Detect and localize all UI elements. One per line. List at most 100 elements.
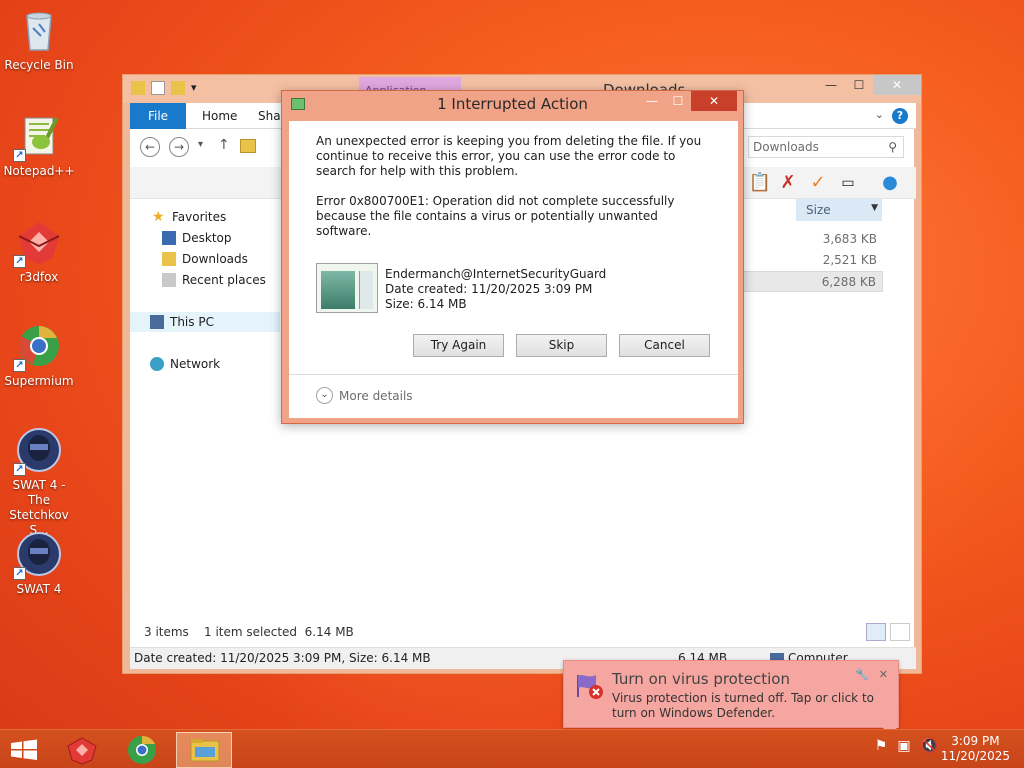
supermium-icon <box>128 735 156 764</box>
interrupted-action-dialog: 1 Interrupted Action — ☐ ✕ An unexpected… <box>281 90 744 424</box>
row-size: 6,288 KB <box>821 275 876 289</box>
delete-x-icon[interactable]: ✗ <box>776 171 800 195</box>
maximize-button[interactable]: ☐ <box>665 91 691 111</box>
minimize-button[interactable]: — <box>817 75 845 95</box>
chevron-down-icon[interactable]: ▼ <box>871 203 878 213</box>
shortcut-arrow-icon: ↗ <box>13 149 26 162</box>
clock-date: 11/20/2025 <box>940 749 1010 763</box>
table-row[interactable]: n 6,288 KB <box>723 271 883 292</box>
row-size: 3,683 KB <box>822 232 877 246</box>
desktop-icon-swat4-stetchkov[interactable]: ↗ SWAT 4 - The Stetchkov S... <box>0 426 78 538</box>
folder-icon <box>240 139 256 153</box>
clipboard-icon[interactable]: 📋 <box>748 171 772 195</box>
folder-icon[interactable] <box>131 81 145 95</box>
tab-file[interactable]: File <box>130 103 186 129</box>
desktop-icon-notepadpp[interactable]: ↗ Notepad++ <box>0 112 78 179</box>
forward-button[interactable]: → <box>169 137 189 157</box>
column-label: Size <box>806 203 831 217</box>
close-icon[interactable]: ✕ <box>879 668 888 681</box>
taskbar-clock[interactable]: 3:09 PM 11/20/2025 <box>941 734 1010 764</box>
desktop-icon-recycle-bin[interactable]: Recycle Bin <box>0 6 78 73</box>
rename-icon[interactable]: ▭ <box>836 171 860 195</box>
skip-button[interactable]: Skip <box>516 334 607 357</box>
desktop-icon-supermium[interactable]: ↗ Supermium <box>0 322 78 389</box>
column-header-size[interactable]: Size ▼ <box>796 199 882 221</box>
nav-downloads[interactable]: Downloads <box>162 249 248 269</box>
file-thumbnail <box>316 263 378 313</box>
desktop-icon-swat4[interactable]: ↗ SWAT 4 <box>0 530 78 597</box>
file-name: Endermanch@InternetSecurityGuard <box>385 267 607 281</box>
details-view-icon[interactable] <box>866 623 886 641</box>
desktop-icon-label: Recycle Bin <box>4 58 74 72</box>
nav-label: Favorites <box>172 210 227 224</box>
try-again-button[interactable]: Try Again <box>413 334 504 357</box>
divider <box>289 374 738 375</box>
clock-time: 3:09 PM <box>951 734 1000 748</box>
row-size: 2,521 KB <box>822 253 877 267</box>
table-row[interactable]: 2,521 KB <box>723 250 883 271</box>
settings-wrench-icon[interactable]: 🔧 <box>855 668 869 681</box>
recent-places-icon <box>162 273 176 287</box>
ribbon-expand-icon[interactable]: ⌄ <box>875 108 884 121</box>
back-button[interactable]: ← <box>140 137 160 157</box>
action-center-flag-icon <box>574 671 603 699</box>
nav-label: Downloads <box>182 252 248 266</box>
file-size: Size: 6.14 MB <box>385 297 467 311</box>
new-folder-icon[interactable] <box>171 81 185 95</box>
shortcut-arrow-icon: ↗ <box>13 567 26 580</box>
swat4-icon: ↗ <box>13 530 63 580</box>
desktop-icon-r3dfox[interactable]: ↗ r3dfox <box>0 218 78 285</box>
virus-protection-notification[interactable]: Turn on virus protection Virus protectio… <box>563 660 899 735</box>
more-details-label: More details <box>339 388 413 403</box>
notification-title: Turn on virus protection <box>612 670 790 688</box>
nav-desktop[interactable]: Desktop <box>162 228 232 248</box>
nav-label: Desktop <box>182 231 232 245</box>
nav-network[interactable]: Network <box>150 354 220 374</box>
more-details-toggle[interactable]: ⌄ More details <box>316 387 413 404</box>
chevron-down-icon[interactable]: ▾ <box>191 81 205 95</box>
close-button[interactable]: ✕ <box>691 91 737 111</box>
window-controls: — ☐ ✕ <box>817 75 921 95</box>
properties-icon[interactable] <box>151 81 165 95</box>
desktop-icon-label: Supermium <box>4 374 74 388</box>
taskbar: ⚑ ▣ 🔇 3:09 PM 11/20/2025 <box>0 729 1024 768</box>
taskbar-file-explorer[interactable] <box>176 732 232 768</box>
shortcut-arrow-icon: ↗ <box>13 359 26 372</box>
shortcut-arrow-icon: ↗ <box>13 255 26 268</box>
cancel-button[interactable]: Cancel <box>619 334 710 357</box>
taskbar-r3dfox[interactable] <box>56 732 108 768</box>
start-button[interactable] <box>0 732 48 768</box>
recent-locations-icon[interactable]: ▾ <box>198 139 203 150</box>
globe-icon[interactable]: ● <box>878 171 902 195</box>
network-disconnected-icon[interactable]: ▣ <box>897 738 910 754</box>
search-icon[interactable]: ⚲ <box>888 140 897 154</box>
nav-label: Recent places <box>182 273 266 287</box>
search-placeholder: Downloads <box>753 140 819 154</box>
system-tray: ⚑ ▣ 🔇 <box>875 738 938 754</box>
selection-status: 1 item selected 6.14 MB <box>204 625 354 639</box>
up-arrow-icon[interactable]: ↑ <box>218 137 230 153</box>
search-input[interactable]: Downloads ⚲ <box>748 136 904 158</box>
close-button[interactable]: ✕ <box>873 75 921 95</box>
action-center-flag-icon[interactable]: ⚑ <box>875 738 888 754</box>
large-icons-view-icon[interactable] <box>890 623 910 641</box>
nav-this-pc[interactable]: This PC <box>130 312 280 332</box>
speaker-muted-icon[interactable]: 🔇 <box>921 738 938 754</box>
maximize-button[interactable]: ☐ <box>845 75 873 95</box>
nav-recent-places[interactable]: Recent places <box>162 270 266 290</box>
desktop-icon-label: Notepad++ <box>3 164 75 178</box>
taskbar-supermium[interactable] <box>116 732 168 768</box>
file-info: Endermanch@InternetSecurityGuard Date cr… <box>385 267 606 312</box>
checkmark-icon[interactable]: ✓ <box>806 171 830 195</box>
table-row[interactable]: n 3,683 KB <box>723 229 883 250</box>
status-bar: 3 items 1 item selected 6.14 MB <box>130 623 916 643</box>
tab-home[interactable]: Home <box>190 103 249 129</box>
file-list: n 3,683 KB 2,521 KB n 6,288 KB <box>723 229 883 292</box>
details-text: Date created: 11/20/2025 3:09 PM, Size: … <box>134 651 431 665</box>
minimize-button[interactable]: — <box>639 91 665 111</box>
help-icon[interactable]: ? <box>892 108 908 124</box>
star-icon: ★ <box>152 209 165 225</box>
nav-favorites[interactable]: ★ Favorites <box>152 207 226 227</box>
navigation-pane: ★ Favorites Desktop Downloads Recent pla… <box>130 203 280 619</box>
recycle-bin-icon <box>15 6 63 54</box>
